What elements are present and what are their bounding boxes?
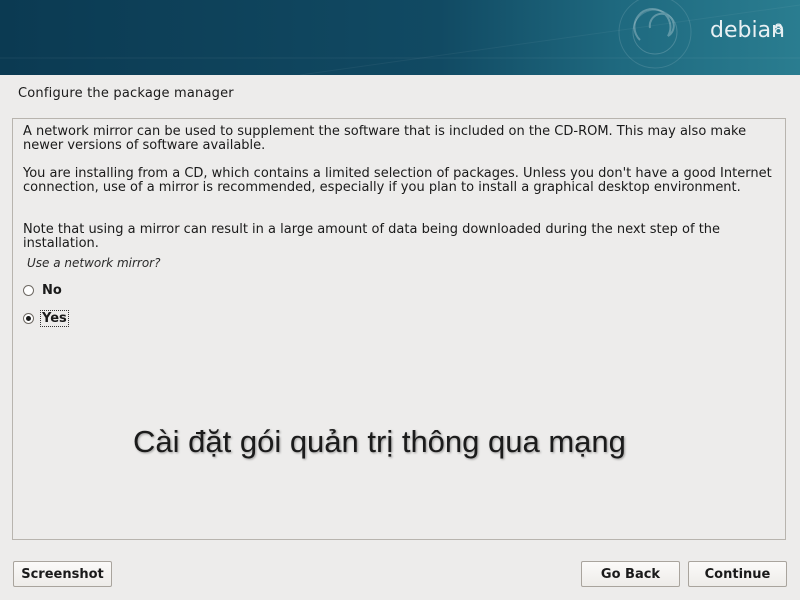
continue-button[interactable]: Continue [688,561,787,587]
debian-version: 8 [774,22,783,38]
go-back-button[interactable]: Go Back [581,561,680,587]
radio-no[interactable] [23,284,34,296]
description-paragraph-3: Note that using a mirror can result in a… [23,222,721,251]
option-no-label[interactable]: No [41,283,63,298]
description-paragraph-1: A network mirror can be used to suppleme… [23,124,747,153]
installer-banner: debian 8 [0,0,800,75]
banner-decoration [0,0,800,75]
question-label: Use a network mirror? [27,256,161,270]
option-no[interactable]: No [23,281,63,299]
radio-yes[interactable] [23,312,34,324]
page-title: Configure the package manager [18,86,234,101]
overlay-caption: Cài đặt gói quản trị thông qua mạng [133,424,626,459]
option-yes-label[interactable]: Yes [40,309,69,327]
description-paragraph-2: You are installing from a CD, which cont… [23,166,772,195]
option-yes[interactable]: Yes [23,309,69,327]
content-panel: A network mirror can be used to suppleme… [12,118,786,540]
screenshot-button[interactable]: Screenshot [13,561,112,587]
